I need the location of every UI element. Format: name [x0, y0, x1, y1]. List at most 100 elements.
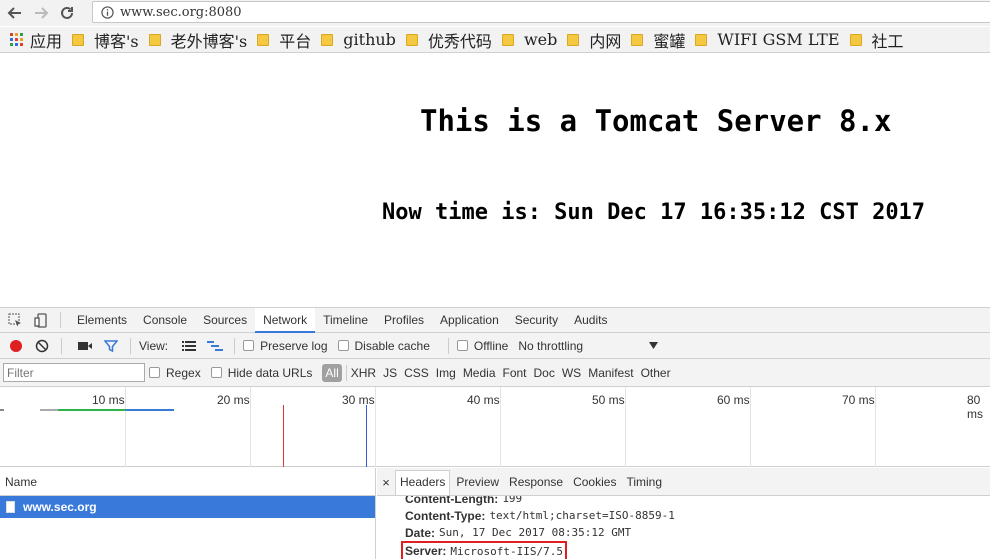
bookmark-apps[interactable]: 应用 [10, 28, 62, 52]
type-filter-css[interactable]: CSS [404, 366, 429, 380]
hide-data-urls-toggle[interactable]: Hide data URLs [210, 365, 313, 380]
separator [345, 364, 347, 381]
bookmark-label: web [523, 30, 558, 49]
bookmark-folder[interactable]: 平台 [257, 28, 311, 52]
disable-cache-toggle[interactable]: Disable cache [337, 338, 430, 353]
throttling-select[interactable]: No throttling [518, 339, 659, 353]
domcontentloaded-line [366, 405, 367, 467]
close-detail-button[interactable]: × [377, 469, 395, 495]
bookmark-label: github [343, 30, 396, 49]
detail-tab-bar: × Headers Preview Response Cookies Timin… [377, 468, 990, 496]
inspect-element-button[interactable] [4, 309, 26, 331]
folder-icon [405, 33, 418, 46]
bookmark-label: 平台 [279, 31, 312, 51]
bookmark-folder[interactable]: github [321, 30, 396, 49]
request-row[interactable]: www.sec.org [0, 496, 375, 518]
capture-screenshots-button[interactable] [74, 335, 96, 357]
separator [60, 312, 61, 328]
type-filter-all[interactable]: All [322, 363, 342, 382]
bookmark-folder[interactable]: WIFI GSM LTE [695, 30, 840, 49]
tab-audits[interactable]: Audits [566, 308, 615, 333]
bookmark-folder[interactable]: 优秀代码 [405, 28, 492, 52]
header-value: Microsoft-IIS/7.5 [450, 544, 563, 558]
type-filter-xhr[interactable]: XHR [351, 366, 376, 380]
tab-cookies[interactable]: Cookies [569, 471, 620, 495]
waterfall-icon [207, 340, 224, 351]
tab-profiles[interactable]: Profiles [376, 308, 432, 333]
type-filter-img[interactable]: Img [436, 366, 456, 380]
preserve-log-checkbox[interactable] [243, 340, 255, 351]
device-mode-button[interactable] [30, 309, 52, 331]
tick-gridline [375, 387, 376, 467]
name-column-header[interactable]: Name [0, 468, 375, 496]
filter-input[interactable] [3, 363, 145, 382]
forward-arrow-icon [35, 7, 49, 19]
tab-security[interactable]: Security [507, 308, 566, 333]
disable-cache-label: Disable cache [354, 338, 430, 353]
disable-cache-checkbox[interactable] [337, 340, 349, 351]
bookmark-folder[interactable]: 老外博客's [148, 28, 247, 52]
tick-label: 10 ms [92, 393, 125, 407]
record-button[interactable] [5, 335, 27, 357]
bookmark-folder[interactable]: 蜜罐 [631, 28, 685, 52]
bookmarks-bar: 应用 博客's 老外博客's 平台 github 优秀代码 web 内网 蜜罐 … [0, 27, 990, 53]
preserve-log-toggle[interactable]: Preserve log [243, 339, 328, 353]
tab-console[interactable]: Console [135, 308, 195, 333]
network-filter-bar: Regex Hide data URLs All XHR JS CSS Img … [0, 359, 990, 387]
bookmark-folder[interactable]: 内网 [567, 28, 621, 52]
hide-data-urls-checkbox[interactable] [210, 367, 222, 378]
tab-timing[interactable]: Timing [622, 471, 666, 495]
tab-application[interactable]: Application [432, 308, 507, 333]
forward-button[interactable] [30, 2, 52, 24]
address-url[interactable]: www.sec.org:8080 [120, 5, 242, 20]
tab-elements[interactable]: Elements [69, 308, 135, 333]
tab-network[interactable]: Network [255, 307, 316, 333]
folder-icon [501, 33, 514, 46]
large-rows-button[interactable] [178, 335, 200, 357]
address-bar[interactable]: www.sec.org:8080 [92, 1, 990, 23]
browser-nav-bar: www.sec.org:8080 [0, 0, 990, 26]
header-value: Sun, 17 Dec 2017 08:35:12 GMT [439, 526, 632, 539]
type-filter-other[interactable]: Other [641, 366, 671, 380]
tab-response[interactable]: Response [505, 471, 567, 495]
type-filter-media[interactable]: Media [463, 366, 496, 380]
header-row: Content-Type: text/html;charset=ISO-8859… [405, 507, 990, 524]
request-name: www.sec.org [23, 500, 97, 514]
tick-label: 40 ms [467, 393, 500, 407]
tab-headers[interactable]: Headers [395, 470, 451, 495]
tab-timeline[interactable]: Timeline [315, 308, 376, 333]
type-filter-doc[interactable]: Doc [534, 366, 555, 380]
info-icon[interactable] [101, 5, 114, 19]
type-filter-manifest[interactable]: Manifest [588, 366, 633, 380]
network-toolbar: View: Preserve log Disable cache Offline… [0, 333, 990, 359]
offline-toggle[interactable]: Offline [456, 339, 508, 353]
tab-preview[interactable]: Preview [452, 471, 503, 495]
stalled-bar [0, 409, 4, 411]
overview-button[interactable] [204, 335, 226, 357]
offline-checkbox[interactable] [456, 340, 468, 351]
filter-toggle-button[interactable] [100, 335, 122, 357]
bookmark-folder[interactable]: web [501, 30, 558, 49]
regex-toggle[interactable]: Regex [149, 366, 201, 380]
network-overview-timeline[interactable]: 10 ms 20 ms 30 ms 40 ms 50 ms 60 ms 70 m… [0, 387, 990, 467]
tab-sources[interactable]: Sources [195, 308, 255, 333]
page-content: This is a Tomcat Server 8.x Now time is:… [0, 54, 990, 307]
bookmark-folder[interactable]: 社工 [849, 28, 904, 52]
queue-bar [40, 409, 58, 411]
folder-icon [257, 33, 270, 46]
reload-button[interactable] [56, 2, 78, 24]
type-filter-font[interactable]: Font [503, 366, 527, 380]
separator [447, 337, 449, 354]
bookmark-folder[interactable]: 博客's [72, 28, 139, 52]
bookmark-label: 优秀代码 [427, 31, 492, 51]
apps-grid-icon [10, 32, 24, 47]
hide-data-urls-label: Hide data URLs [227, 365, 313, 380]
regex-checkbox[interactable] [149, 367, 160, 378]
type-filter-js[interactable]: JS [383, 366, 397, 380]
type-filter-ws[interactable]: WS [562, 366, 581, 380]
dropdown-arrow-icon [649, 342, 659, 349]
devtools-panel: Elements Console Sources Network Timelin… [0, 307, 990, 559]
back-button[interactable] [4, 2, 26, 24]
video-camera-icon [78, 341, 92, 350]
clear-button[interactable] [31, 335, 53, 357]
